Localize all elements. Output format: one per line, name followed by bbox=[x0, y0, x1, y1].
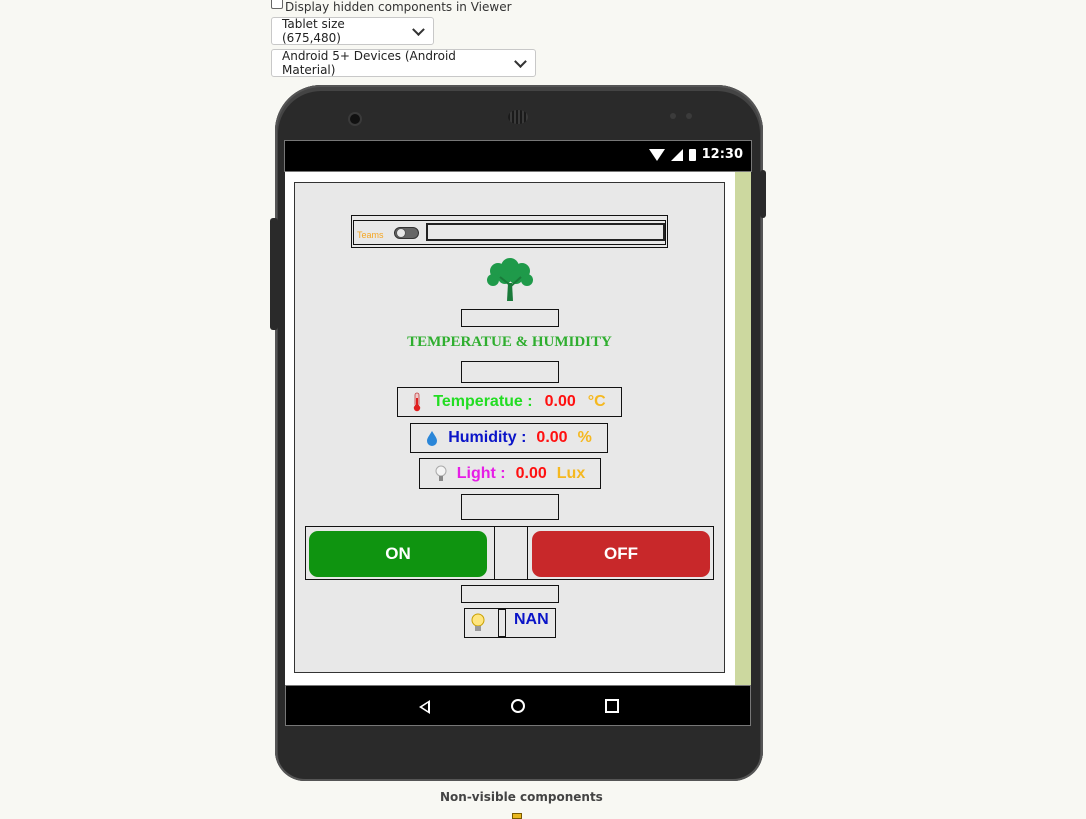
light-unit: Lux bbox=[556, 464, 586, 482]
chevron-down-icon bbox=[412, 22, 425, 36]
status-icons: 12:30 bbox=[648, 147, 743, 162]
navigation-bar bbox=[285, 685, 751, 726]
display-hidden-components-label: Display hidden components in Viewer bbox=[285, 0, 512, 14]
screen-size-select[interactable]: Tablet size (675,480) bbox=[271, 17, 434, 45]
temperature-value: 0.00 bbox=[544, 393, 576, 410]
status-bar: 12:30 bbox=[284, 140, 752, 172]
phone-side-button-right bbox=[760, 170, 766, 218]
temperature-unit: °C bbox=[587, 393, 606, 410]
light-label: Light : bbox=[456, 464, 506, 482]
status-value: NAN bbox=[514, 611, 549, 628]
spacer-label bbox=[461, 494, 559, 520]
screen-scroll-strip bbox=[735, 172, 751, 685]
screen-size-value: Tablet size (675,480) bbox=[282, 17, 345, 45]
temperature-row: Temperatue : 0.00 °C bbox=[397, 387, 622, 417]
light-bulb-icon bbox=[435, 465, 447, 481]
device-theme-select[interactable]: Android 5+ Devices (Android Material) bbox=[271, 49, 536, 77]
wifi-icon bbox=[648, 148, 665, 161]
checkbox-box[interactable] bbox=[271, 0, 283, 9]
sensor-dot bbox=[670, 113, 676, 119]
device-theme-value: Android 5+ Devices (Android Material) bbox=[282, 49, 456, 77]
nonvisible-components-label: Non-visible components bbox=[440, 790, 603, 804]
thermometer-icon bbox=[414, 392, 421, 412]
off-button[interactable]: OFF bbox=[532, 531, 710, 577]
button-arrangement: ON OFF bbox=[305, 526, 714, 580]
teams-textbox[interactable] bbox=[426, 223, 665, 241]
water-drop-icon bbox=[427, 431, 438, 446]
spacer-label bbox=[461, 309, 559, 327]
temperature-label: Temperatue : bbox=[433, 393, 533, 410]
spacer-label bbox=[461, 585, 559, 603]
tree-logo-icon bbox=[487, 258, 533, 301]
humidity-row: Humidity : 0.00 % bbox=[410, 423, 608, 453]
on-button[interactable]: ON bbox=[309, 531, 487, 577]
humidity-unit: % bbox=[577, 429, 592, 446]
speaker-icon bbox=[508, 110, 528, 124]
page-title: TEMPERATUE & HUMIDITY bbox=[407, 334, 612, 350]
teams-switch[interactable] bbox=[394, 227, 419, 239]
teams-label: Teams bbox=[357, 230, 384, 240]
light-value: 0.00 bbox=[515, 464, 547, 482]
cell-signal-icon bbox=[670, 148, 683, 161]
home-icon[interactable] bbox=[511, 699, 525, 713]
phone-side-button-left bbox=[270, 218, 278, 330]
sensor-dot bbox=[686, 113, 692, 119]
humidity-value: 0.00 bbox=[536, 429, 568, 446]
back-icon[interactable] bbox=[419, 700, 430, 714]
display-hidden-components-checkbox[interactable]: Display hidden components in Viewer bbox=[271, 0, 512, 14]
button-gap bbox=[494, 527, 528, 579]
switch-knob bbox=[396, 228, 406, 238]
spacer-label bbox=[461, 361, 559, 383]
status-divider bbox=[498, 609, 506, 637]
status-bulb-icon bbox=[470, 612, 486, 638]
status-time: 12:30 bbox=[701, 147, 743, 162]
humidity-label: Humidity : bbox=[448, 429, 527, 446]
clock-component-icon[interactable] bbox=[512, 813, 522, 819]
recent-apps-icon[interactable] bbox=[605, 699, 619, 713]
battery-icon bbox=[688, 148, 696, 161]
chevron-down-icon bbox=[514, 54, 527, 68]
light-row: Light : 0.00 Lux bbox=[419, 458, 601, 489]
front-camera-icon bbox=[350, 114, 360, 124]
